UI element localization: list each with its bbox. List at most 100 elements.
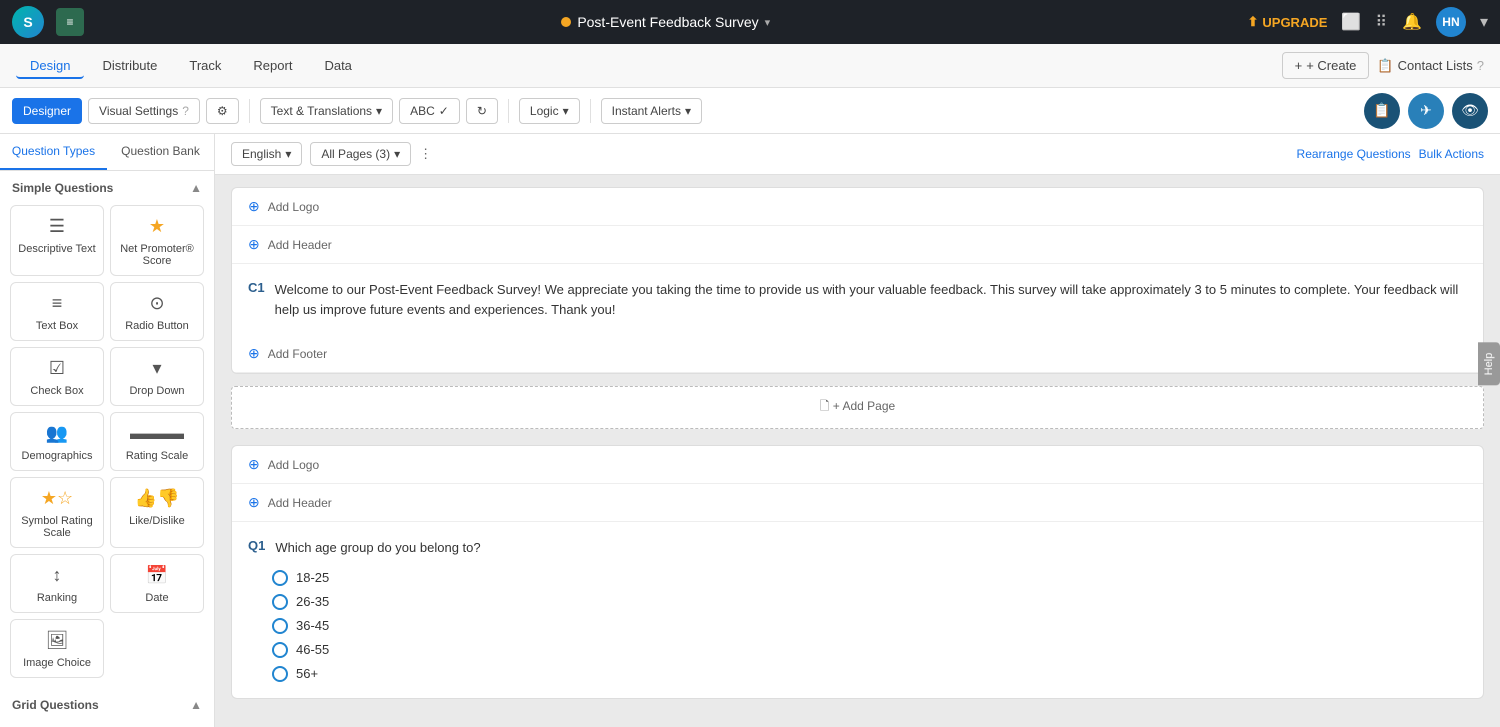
toolbar-separator-2 <box>508 99 509 123</box>
avatar-dropdown-icon[interactable]: ▾ <box>1480 12 1488 32</box>
grid-collapse-icon[interactable]: ▲ <box>190 698 202 712</box>
help-circle-icon: ? <box>182 104 189 118</box>
qtype-radio-button[interactable]: ⊙ Radio Button <box>110 282 204 341</box>
pages-more-icon[interactable]: ⋮ <box>419 146 432 162</box>
radio-circle-3645[interactable] <box>272 618 288 634</box>
language-dropdown-icon: ▾ <box>285 147 291 161</box>
bulk-actions-button[interactable]: Bulk Actions <box>1419 147 1484 161</box>
text-translations-dropdown-icon: ▾ <box>376 104 382 118</box>
radio-label-56plus: 56+ <box>296 666 318 681</box>
gear-button[interactable]: ⚙ <box>206 98 239 124</box>
tab-question-bank[interactable]: Question Bank <box>107 134 214 170</box>
qtype-ranking-label: Ranking <box>37 592 77 604</box>
rearrange-button[interactable]: Rearrange Questions <box>1297 147 1411 161</box>
simple-questions-label: Simple Questions <box>12 181 113 195</box>
nav-tab-data[interactable]: Data <box>310 52 365 79</box>
clipboard-button[interactable]: 📋 <box>1364 93 1400 129</box>
radio-circle-2635[interactable] <box>272 594 288 610</box>
top-bar-center: Post-Event Feedback Survey ▾ <box>96 14 1235 30</box>
abc-icon: ABC <box>410 104 435 118</box>
qtype-check-box[interactable]: ☑ Check Box <box>10 347 104 406</box>
radio-option-56plus: 56+ <box>272 666 1467 682</box>
card2-add-header-label[interactable]: Add Header <box>268 496 332 510</box>
qtype-image-choice-label: Image Choice <box>23 657 91 669</box>
top-bar-right: ⬆ UPGRADE ⬜ ⠿ 🔔 HN ▾ <box>1247 7 1488 37</box>
grid-questions-header: Grid Questions ▲ <box>0 688 214 718</box>
radio-circle-1825[interactable] <box>272 570 288 586</box>
contact-lists-button[interactable]: 📋 Contact Lists ? <box>1377 58 1484 74</box>
survey-status-dot <box>561 17 571 27</box>
qtype-symbol-rating[interactable]: ★☆ Symbol Rating Scale <box>10 477 104 548</box>
qtype-date[interactable]: 📅 Date <box>110 554 204 613</box>
help-tab[interactable]: Help <box>1478 342 1500 385</box>
refresh-button[interactable]: ↻ <box>466 98 498 124</box>
preview-button[interactable]: 👁 <box>1452 93 1488 129</box>
designer-label: Designer <box>23 104 71 118</box>
nav-tab-design[interactable]: Design <box>16 52 84 79</box>
create-icon: + <box>1295 58 1303 73</box>
collapse-icon[interactable]: ▲ <box>190 181 202 195</box>
text-translations-label: Text & Translations <box>271 104 372 118</box>
card-body-q1: Q1 Which age group do you belong to? 18-… <box>232 522 1483 698</box>
logic-label: Logic <box>530 104 559 118</box>
card-add-header-row: ⊕ Add Header <box>232 226 1483 264</box>
card2-add-header-row: ⊕ Add Header <box>232 484 1483 522</box>
designer-button[interactable]: Designer <box>12 98 82 124</box>
simple-questions-header: Simple Questions ▲ <box>0 171 214 201</box>
qtype-like-dislike[interactable]: 👍👎 Like/Dislike <box>110 477 204 548</box>
page-icon: 🗋 <box>820 399 830 413</box>
demographics-icon: 👥 <box>46 423 68 444</box>
nav-tab-distribute[interactable]: Distribute <box>88 52 171 79</box>
text-box-icon: ≡ <box>52 293 63 314</box>
radio-circle-56plus[interactable] <box>272 666 288 682</box>
pages-button[interactable]: All Pages (3) ▾ <box>310 142 411 166</box>
abc-button[interactable]: ABC ✓ <box>399 98 460 124</box>
user-avatar[interactable]: HN <box>1436 7 1466 37</box>
qtype-ranking[interactable]: ↕ Ranking <box>10 554 104 613</box>
preview-icon[interactable]: ⬜ <box>1341 12 1361 32</box>
create-button[interactable]: + + Create <box>1282 52 1370 79</box>
qtype-nps[interactable]: ★ Net Promoter® Score <box>110 205 204 276</box>
qtype-rating-scale[interactable]: ▬▬▬ Rating Scale <box>110 412 204 471</box>
question-row-c1: C1 Welcome to our Post-Event Feedback Su… <box>248 280 1467 319</box>
avatar-initials: HN <box>1442 15 1459 29</box>
qtype-descriptive-text-label: Descriptive Text <box>18 243 95 255</box>
add-page-bar[interactable]: 🗋 + Add Page <box>231 386 1484 429</box>
tab-question-types[interactable]: Question Types <box>0 134 107 170</box>
logo-text: S <box>23 14 32 30</box>
qtype-demographics[interactable]: 👥 Demographics <box>10 412 104 471</box>
instant-alerts-button[interactable]: Instant Alerts ▾ <box>601 98 702 124</box>
grid-questions-label: Grid Questions <box>12 698 99 712</box>
nav-tab-track[interactable]: Track <box>175 52 235 79</box>
second-nav: Design Distribute Track Report Data + + … <box>0 44 1500 88</box>
survey-dropdown-icon[interactable]: ▾ <box>765 16 771 29</box>
nps-icon: ★ <box>149 216 165 237</box>
upgrade-button[interactable]: ⬆ UPGRADE <box>1247 14 1327 30</box>
nav-tab-report[interactable]: Report <box>239 52 306 79</box>
qtype-image-choice[interactable]: 🖼 Image Choice <box>10 619 104 678</box>
text-translations-button[interactable]: Text & Translations ▾ <box>260 98 393 124</box>
qtype-like-dislike-label: Like/Dislike <box>129 515 185 527</box>
like-dislike-icon: 👍👎 <box>135 488 180 509</box>
add-footer-label[interactable]: Add Footer <box>268 347 327 361</box>
add-header-label[interactable]: Add Header <box>268 238 332 252</box>
qtype-nps-label: Net Promoter® Score <box>117 243 197 267</box>
qtype-drop-down[interactable]: ▾ Drop Down <box>110 347 204 406</box>
send-button[interactable]: ✈ <box>1408 93 1444 129</box>
card2-add-logo-label[interactable]: Add Logo <box>268 458 319 472</box>
logic-button[interactable]: Logic ▾ <box>519 98 580 124</box>
visual-settings-button[interactable]: Visual Settings ? <box>88 98 200 124</box>
rating-scale-icon: ▬▬▬ <box>130 423 184 444</box>
bell-icon[interactable]: 🔔 <box>1402 12 1422 32</box>
app-icon[interactable]: ≡ <box>56 8 84 36</box>
radio-circle-4655[interactable] <box>272 642 288 658</box>
qtype-drop-down-label: Drop Down <box>129 385 184 397</box>
survey-title-container: Post-Event Feedback Survey ▾ <box>561 14 770 30</box>
language-button[interactable]: English ▾ <box>231 142 302 166</box>
instant-alerts-label: Instant Alerts <box>612 104 681 118</box>
grid-icon[interactable]: ⠿ <box>1375 12 1388 32</box>
qtype-descriptive-text[interactable]: ☰ Descriptive Text <box>10 205 104 276</box>
qtype-text-box[interactable]: ≡ Text Box <box>10 282 104 341</box>
add-logo-label[interactable]: Add Logo <box>268 200 319 214</box>
add-footer-icon: ⊕ <box>248 345 260 362</box>
